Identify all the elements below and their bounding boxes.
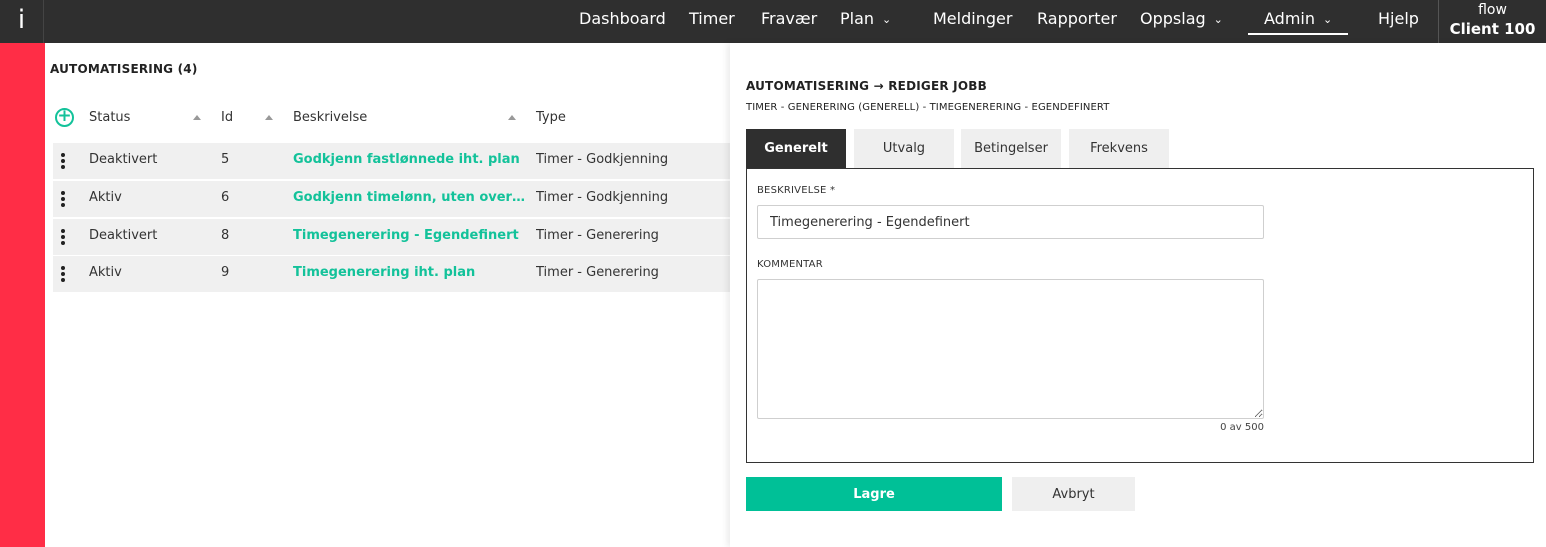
nav-meldinger[interactable]: Meldinger bbox=[933, 0, 1012, 43]
table-row[interactable]: Deaktivert 8 Timegenerering - Egendefine… bbox=[53, 219, 730, 255]
kommentar-textarea[interactable] bbox=[757, 279, 1264, 419]
row-status: Deaktivert bbox=[89, 152, 158, 167]
character-counter: 0 av 500 bbox=[1220, 422, 1264, 433]
sort-arrow-icon[interactable] bbox=[193, 115, 201, 120]
row-type: Timer - Generering bbox=[536, 228, 659, 243]
row-description-link[interactable]: Godkjenn fastlønnede iht. plan bbox=[293, 152, 525, 167]
chevron-down-icon: ⌄ bbox=[882, 13, 892, 26]
column-header-status[interactable]: Status bbox=[89, 110, 130, 125]
more-options-icon[interactable] bbox=[61, 191, 67, 209]
row-description-link[interactable]: Timegenerering iht. plan bbox=[293, 265, 525, 280]
nav-oppslag[interactable]: Oppslag ⌄ bbox=[1140, 0, 1223, 43]
row-type: Timer - Godkjenning bbox=[536, 152, 669, 167]
cancel-button[interactable]: Avbryt bbox=[1012, 477, 1135, 511]
row-status: Aktiv bbox=[89, 190, 122, 205]
row-type: Timer - Godkjenning bbox=[536, 190, 669, 205]
tab-betingelser[interactable]: Betingelser bbox=[961, 129, 1061, 169]
chevron-down-icon: ⌄ bbox=[1213, 13, 1223, 26]
row-id: 6 bbox=[221, 190, 230, 205]
row-status: Aktiv bbox=[89, 265, 122, 280]
nav-dashboard[interactable]: Dashboard bbox=[579, 0, 666, 43]
nav-oppslag-label: Oppslag bbox=[1140, 9, 1206, 28]
row-id: 5 bbox=[221, 152, 230, 167]
client-product-label: flow bbox=[1478, 2, 1507, 18]
nav-hjelp[interactable]: Hjelp bbox=[1378, 0, 1419, 43]
more-options-icon[interactable] bbox=[61, 229, 67, 247]
client-name: Client 100 bbox=[1449, 20, 1536, 38]
add-icon[interactable]: + bbox=[55, 108, 74, 127]
nav-admin-label: Admin bbox=[1264, 9, 1315, 28]
save-button[interactable]: Lagre bbox=[746, 477, 1002, 511]
client-selector[interactable]: flow Client 100 bbox=[1438, 0, 1546, 43]
row-status: Deaktivert bbox=[89, 228, 158, 243]
tab-utvalg[interactable]: Utvalg bbox=[854, 129, 954, 169]
row-description-link[interactable]: Timegenerering - Egendefinert bbox=[293, 228, 525, 243]
table-row[interactable]: Aktiv 9 Timegenerering iht. plan Timer -… bbox=[53, 256, 730, 292]
left-accent-rail bbox=[0, 43, 45, 547]
list-title: AUTOMATISERING (4) bbox=[50, 62, 198, 76]
app-logo[interactable]: i bbox=[0, 0, 44, 43]
column-header-beskrivelse[interactable]: Beskrivelse bbox=[293, 110, 367, 125]
sort-arrow-icon[interactable] bbox=[508, 115, 516, 120]
table-row[interactable]: Aktiv 6 Godkjenn timelønn, uten overtid … bbox=[53, 181, 730, 217]
tab-generelt[interactable]: Generelt bbox=[746, 129, 846, 169]
sort-arrow-icon[interactable] bbox=[265, 115, 273, 120]
top-navigation-bar: i Dashboard Timer Fravær Plan ⌄ Meldinger… bbox=[0, 0, 1546, 43]
nav-plan-label: Plan bbox=[840, 9, 875, 28]
editor-title: AUTOMATISERING → REDIGER JOBB bbox=[746, 79, 987, 93]
column-header-id[interactable]: Id bbox=[221, 110, 233, 125]
more-options-icon[interactable] bbox=[61, 266, 67, 284]
chevron-down-icon: ⌄ bbox=[1323, 13, 1333, 26]
nav-fravaer[interactable]: Fravær bbox=[761, 0, 817, 43]
row-id: 8 bbox=[221, 228, 230, 243]
row-id: 9 bbox=[221, 265, 230, 280]
nav-timer[interactable]: Timer bbox=[689, 0, 735, 43]
tab-frekvens[interactable]: Frekvens bbox=[1069, 129, 1169, 169]
column-header-type[interactable]: Type bbox=[536, 110, 566, 125]
nav-rapporter[interactable]: Rapporter bbox=[1037, 0, 1117, 43]
editor-subtitle: TIMER - GENERERING (GENERELL) - TIMEGENE… bbox=[746, 102, 1110, 113]
nav-admin[interactable]: Admin ⌄ bbox=[1247, 0, 1349, 43]
more-options-icon[interactable] bbox=[61, 153, 67, 171]
kommentar-label: KOMMENTAR bbox=[757, 259, 823, 270]
beskrivelse-input[interactable] bbox=[757, 205, 1264, 239]
row-type: Timer - Generering bbox=[536, 265, 659, 280]
nav-plan[interactable]: Plan ⌄ bbox=[840, 0, 891, 43]
beskrivelse-label: BESKRIVELSE * bbox=[757, 185, 836, 196]
row-description-link[interactable]: Godkjenn timelønn, uten overtid el... bbox=[293, 190, 525, 205]
table-row[interactable]: Deaktivert 5 Godkjenn fastlønnede iht. p… bbox=[53, 143, 730, 179]
